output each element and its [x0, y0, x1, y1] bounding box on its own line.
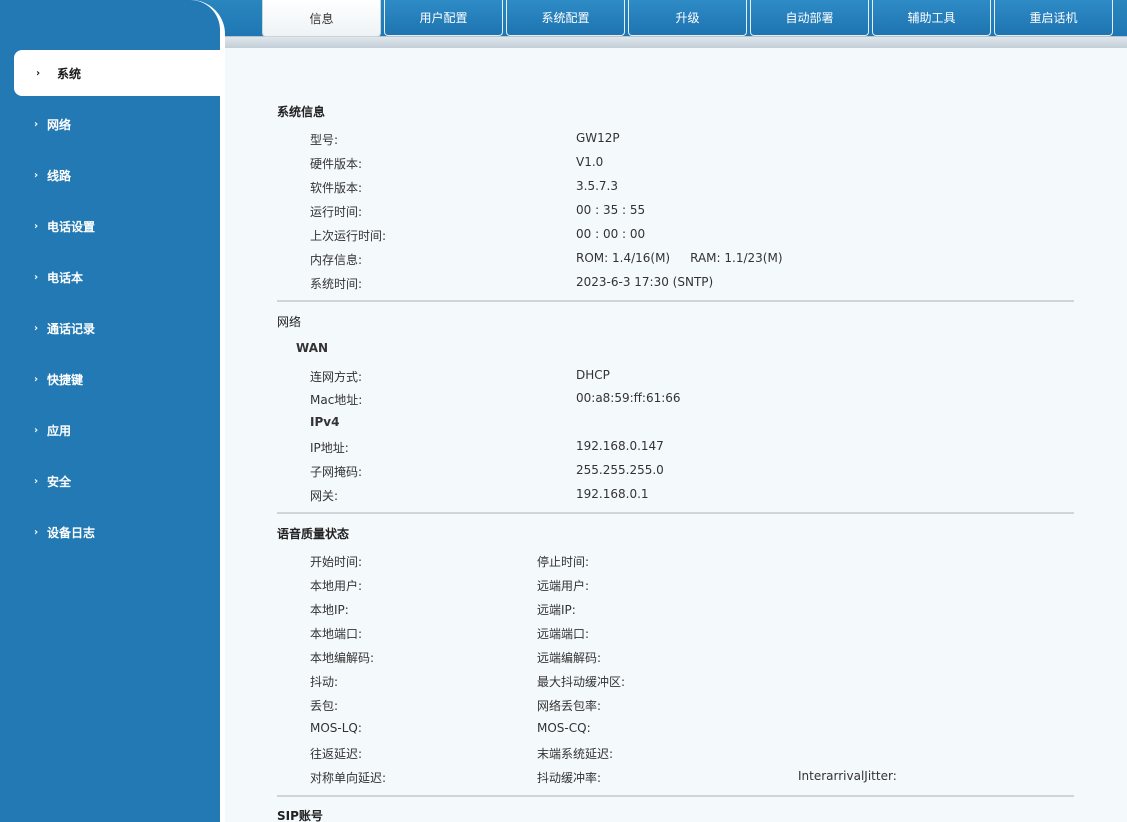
sidebar-item-label: 快捷键 — [47, 372, 84, 387]
tab-reboot[interactable]: 重启话机 — [994, 0, 1113, 36]
sidebar-frame: › 系统 › 网络 › 线路 › 电话设置 › 电话本 › 通话记录 › 快捷键… — [0, 0, 225, 822]
chevron-right-icon: › — [33, 424, 39, 436]
gateway-label: 网关: — [310, 489, 339, 503]
sw-version-value: 3.5.7.3 — [576, 179, 618, 193]
hw-version-label: 硬件版本: — [310, 157, 363, 171]
sidebar-item-label: 电话设置 — [47, 219, 96, 234]
sidebar-item-phonebook[interactable]: › 电话本 — [14, 254, 220, 300]
voice-row-label: 最大抖动缓冲区: — [537, 675, 626, 689]
voice-row-label: 远端端口: — [537, 627, 590, 641]
connection-mode-label: 连网方式: — [310, 370, 363, 384]
chevron-right-icon: › — [33, 271, 39, 283]
voice-row-label: MOS-LQ: — [310, 721, 362, 735]
subnet-mask-value: 255.255.255.0 — [576, 463, 664, 477]
voice-row-label: 停止时间: — [537, 555, 590, 569]
sidebar-item-label: 安全 — [47, 474, 72, 489]
section-divider — [277, 300, 1074, 302]
tab-user-config[interactable]: 用户配置 — [384, 0, 503, 36]
tab-system-config[interactable]: 系统配置 — [506, 0, 625, 36]
sidebar-item-label: 电话本 — [47, 270, 84, 285]
system-time-label: 系统时间: — [310, 277, 363, 291]
mac-address-value: 00:a8:59:ff:61:66 — [576, 391, 681, 405]
wan-title: WAN — [296, 341, 329, 355]
voice-row-label: 往返延迟: — [310, 747, 363, 761]
subnet-mask-label: 子网掩码: — [310, 465, 363, 479]
ip-address-value: 192.168.0.147 — [576, 439, 664, 453]
last-uptime-value: 00 : 00 : 00 — [576, 227, 646, 241]
connection-mode-value: DHCP — [576, 368, 610, 382]
section-divider — [277, 512, 1074, 514]
uptime-value: 00 : 35 : 55 — [576, 203, 646, 217]
voice-row-label: 抖动缓冲率: — [537, 771, 602, 785]
chevron-right-icon: › — [33, 322, 39, 334]
mac-address-label: Mac地址: — [310, 393, 363, 407]
sidebar-item-label: 系统 — [57, 66, 82, 81]
voice-row-label: 本地端口: — [310, 627, 363, 641]
voice-row-label: 本地用户: — [310, 579, 363, 593]
system-time-value: 2023-6-3 17:30 (SNTP) — [576, 275, 714, 289]
tab-upgrade[interactable]: 升级 — [628, 0, 747, 36]
sidebar-item-call-log[interactable]: › 通话记录 — [14, 305, 220, 351]
voice-row-label: 远端用户: — [537, 579, 590, 593]
chevron-right-icon: › — [33, 373, 39, 385]
tab-info[interactable]: 信息 — [262, 0, 381, 37]
memory-value: ROM: 1.4/16(M) RAM: 1.1/23(M) — [576, 251, 783, 265]
rom-value: ROM: 1.4/16(M) — [576, 251, 671, 265]
tab-strip — [222, 36, 1127, 48]
sidebar-item-lines[interactable]: › 线路 — [14, 152, 220, 198]
model-label: 型号: — [310, 133, 339, 147]
sidebar-item-label: 线路 — [47, 168, 72, 183]
voice-row-label: 丢包: — [310, 699, 339, 713]
chevron-right-icon: › — [33, 169, 39, 181]
sidebar-item-label: 通话记录 — [47, 321, 96, 336]
sidebar-item-shortcuts[interactable]: › 快捷键 — [14, 356, 220, 402]
voice-row-label: 末端系统延迟: — [537, 747, 614, 761]
ram-value: RAM: 1.1/23(M) — [690, 251, 783, 265]
voice-row-label: 对称单向延迟: — [310, 771, 387, 785]
uptime-label: 运行时间: — [310, 205, 363, 219]
sidebar-item-label: 应用 — [47, 423, 72, 438]
voice-row-label: 本地编解码: — [310, 651, 375, 665]
gateway-value: 192.168.0.1 — [576, 487, 649, 501]
voice-row-label: 远端IP: — [537, 603, 576, 617]
voice-row-label: 抖动: — [310, 675, 339, 689]
sidebar-item-phone-settings[interactable]: › 电话设置 — [14, 203, 220, 249]
chevron-right-icon: › — [35, 67, 41, 79]
tab-bar: 信息 用户配置 系统配置 升级 自动部署 辅助工具 重启话机 — [262, 0, 1116, 37]
sidebar-item-device-log[interactable]: › 设备日志 — [14, 509, 220, 555]
chevron-right-icon: › — [33, 118, 39, 130]
chevron-right-icon: › — [33, 220, 39, 232]
memory-label: 内存信息: — [310, 253, 363, 267]
voice-row-label: InterarrivalJitter: — [798, 769, 897, 783]
network-title: 网络 — [277, 315, 302, 329]
sidebar-item-label: 设备日志 — [47, 525, 96, 540]
chevron-right-icon: › — [33, 475, 39, 487]
sidebar-item-system[interactable]: › 系统 — [14, 50, 220, 96]
voice-row-label: 本地IP: — [310, 603, 349, 617]
voice-row-label: 网络丢包率: — [537, 699, 602, 713]
main-content: 系统信息 型号: GW12P 硬件版本: V1.0 软件版本: 3.5.7.3 … — [226, 48, 1127, 822]
sidebar: › 系统 › 网络 › 线路 › 电话设置 › 电话本 › 通话记录 › 快捷键… — [0, 0, 220, 822]
model-value: GW12P — [576, 131, 620, 145]
sidebar-item-security[interactable]: › 安全 — [14, 458, 220, 504]
section-divider — [277, 795, 1074, 797]
hw-version-value: V1.0 — [576, 155, 604, 169]
chevron-right-icon: › — [33, 526, 39, 538]
voice-row-label: MOS-CQ: — [537, 721, 591, 735]
system-info-title: 系统信息 — [277, 105, 326, 119]
ipv4-title: IPv4 — [310, 415, 340, 429]
sidebar-item-apps[interactable]: › 应用 — [14, 407, 220, 453]
sip-account-title: SIP账号 — [277, 809, 323, 822]
sidebar-item-label: 网络 — [47, 117, 72, 132]
sw-version-label: 软件版本: — [310, 181, 363, 195]
sidebar-item-network[interactable]: › 网络 — [14, 101, 220, 147]
voice-quality-title: 语音质量状态 — [277, 527, 350, 541]
tab-auto-provision[interactable]: 自动部署 — [750, 0, 869, 36]
last-uptime-label: 上次运行时间: — [310, 229, 387, 243]
tab-tools[interactable]: 辅助工具 — [872, 0, 991, 36]
voice-row-label: 开始时间: — [310, 555, 363, 569]
ip-address-label: IP地址: — [310, 441, 349, 455]
voice-row-label: 远端编解码: — [537, 651, 602, 665]
